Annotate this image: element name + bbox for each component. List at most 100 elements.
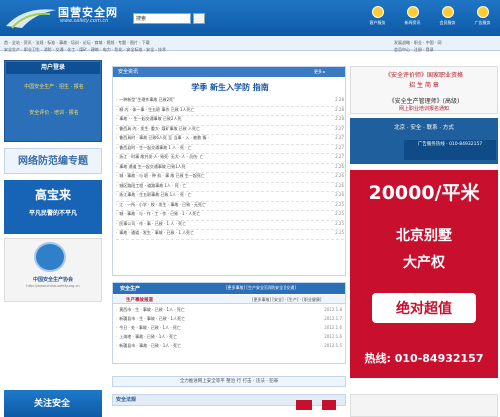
list-item[interactable]: · 事故 · · 生一起交通事故 已致2人死 2.28 — [116, 116, 344, 126]
list-item[interactable]: · 一种新型“生理作事故 已致2死” 2.28 — [116, 97, 344, 107]
list-item[interactable]: · 今日 · 处 · 事故 · 已致 · 1人 · 死亡 2012.1.6 — [116, 325, 342, 334]
search-button[interactable] — [193, 13, 205, 24]
bottom-left-banner[interactable]: 关注安全 — [4, 390, 102, 417]
list-item[interactable]: · 新疆县市 · 事故 · 已致 · 1人 · 死亡 2012.1.5 — [116, 343, 342, 352]
list-item-date: 2012.1.6 — [324, 325, 342, 330]
list-item-title[interactable]: 城 · 事故 · 与 · 作 · 工 · 作 · 已致 · 1 · 人死亡 — [119, 211, 326, 220]
bullet-icon: · — [116, 97, 118, 102]
list-item-title[interactable]: 事故 通道 生一起交通事故 已致1人死 — [119, 164, 326, 173]
safety-section-title[interactable]: 安全生产 — [120, 285, 140, 292]
list-item-title[interactable]: 鲁西具时 · 事故 已致6人死 至 当事 · 入 · 被救 情 · — [119, 135, 326, 144]
association-url[interactable]: http://www.china-safety.org.cn — [4, 284, 102, 288]
nav-row-1[interactable]: 首 · 全站 · 资讯 · 法规 · 标准 · 事故 · 培训 · 论坛 · 商… — [4, 40, 238, 46]
service-shortcut[interactable]: 客户服务 — [364, 6, 392, 34]
list-item-date: 2.25 — [335, 220, 344, 226]
list-item[interactable]: · 浙江事故 · 生五职事故 已致 1人 · 死 · 亡 2.26 — [116, 192, 344, 202]
list-item-title[interactable]: 一种新型“生理作事故 已致2死” — [119, 97, 326, 106]
red-logo-icon[interactable] — [296, 400, 312, 410]
bullet-icon: · — [116, 325, 118, 330]
list-item[interactable]: · 浙江 · 时事 故共发·人· 致死· 无大· 人 · 员伤· 亡 2.27 — [116, 154, 344, 164]
villa-ad-price: 20000/平米 — [368, 182, 480, 204]
safety-sublinks[interactable]: [更多事故] [安全] · [生产] · [职业健康] — [252, 297, 321, 303]
site-url: www.safety.com.cn — [60, 18, 109, 24]
list-item-title[interactable]: 上海地 · 事故 · 已致 · 1人 · 死亡 — [119, 334, 314, 343]
bullet-icon: · — [116, 192, 118, 197]
list-item-title[interactable]: 事故 · 通道 · 发生 · 事故 · 已致 · 1 人死亡 — [119, 230, 326, 239]
news-section-title[interactable]: 安全资讯 — [118, 68, 138, 75]
list-item-title[interactable]: 鲁西具 内 · 发生· 重大· 煤矿事故 已致 人死亡 — [119, 126, 326, 135]
list-item[interactable]: · 新疆县市 · 生 · 事故 · 已致 · 1人死亡 2012.1.7 — [116, 316, 342, 325]
list-item[interactable]: · 柳 内 · 体一事 · 生五职 事作 已致 1人死亡 2.28 — [116, 106, 344, 116]
list-item[interactable]: · 城 · 事故 · 与 职 · 种 机 · 事 故 已致 生一起死亡 2.26 — [116, 173, 344, 183]
course-ad-line: 招 生 简 章 — [409, 82, 439, 89]
list-item-title[interactable]: 民事公司 · 作 · 事 · 已致 · 1 人 · 死亡 — [119, 221, 326, 230]
association-name: 中国安全生产协会 — [32, 277, 73, 283]
news-headline[interactable]: 学季 新生入学防 指南 — [140, 82, 320, 93]
list-item[interactable]: · 城区路段工程 · 道路事故 1人 · 死 · 亡 2.26 — [116, 183, 344, 192]
news-panel-header — [113, 67, 345, 77]
links-bar[interactable]: 全力推进网上安全等平 整治 行 打击 · 违法 · 犯罪 — [112, 376, 346, 387]
list-item[interactable]: · 事故 通道 生一起交通事故 已致1人死 2.26 — [116, 163, 344, 173]
nav-row-2[interactable]: 安全生产 · 职业卫生 · 消防 · 交通 · 化工 · 煤矿 · 建筑 · 电… — [4, 47, 238, 53]
list-item-title[interactable]: 事故 · · 生一起交通事故 已致2人死 — [119, 116, 326, 125]
course-ad-line: 《安全生产管理师》(高级) — [388, 98, 460, 105]
news-more-link[interactable]: 更多 ▸ — [314, 69, 325, 75]
list-item[interactable]: · 黄西市 · 生 · 事故 · 已致 · 1人 · 死亡 2012.1.8 — [116, 307, 342, 316]
list-item-title[interactable]: 新疆县市 · 事故 · 已致 · 1人 · 死亡 — [119, 343, 314, 352]
bottom-right-panel — [350, 394, 498, 417]
list-item-date: 2.25 — [335, 230, 344, 235]
list-item-date: 2012.1.8 — [324, 307, 342, 312]
list-item-date: 2.26 — [335, 163, 344, 169]
list-item[interactable]: · 城 · 事故 · 与 · 作 · 工 · 作 · 已致 · 1 · 人死亡 2.… — [116, 211, 344, 221]
list-item-date: 2.26 — [335, 192, 344, 197]
list-item-title[interactable]: 柳 内 · 体一事 · 生五职 事作 已致 1人死亡 — [119, 107, 326, 116]
list-item-date: 2.27 — [335, 135, 344, 140]
special-topic-banner[interactable]: 网络防范编专题 — [4, 148, 102, 174]
bullet-icon: · — [116, 334, 118, 339]
list-item[interactable]: · 事故 · 通道 · 发生 · 事故 · 已致 · 1 人死亡 2.25 — [116, 230, 344, 240]
list-item[interactable]: · 鲁西具时 · 事故 已致6人死 至 当事 · 入 · 被救 情 · 2.27 — [116, 135, 344, 145]
association-emblem-icon — [34, 242, 66, 272]
list-item-title[interactable]: 黄西市 · 生 · 事故 · 已致 · 1人 · 死亡 — [119, 307, 314, 316]
list-item-date: 2.27 — [335, 144, 344, 150]
contact-icon — [406, 6, 419, 18]
list-item-date: 2.28 — [335, 106, 344, 112]
list-item-title[interactable]: 城区路段工程 · 道路事故 1人 · 死 · 亡 — [119, 183, 326, 192]
bullet-icon: · — [116, 144, 118, 150]
news-shortcut[interactable]: 新闻资讯 — [399, 6, 427, 34]
logo-icon[interactable] — [4, 4, 58, 32]
safety-list: · 黄西市 · 生 · 事故 · 已致 · 1人 · 死亡 2012.1.8 · 新疆县… — [116, 307, 342, 352]
red-logo-icon[interactable] — [322, 400, 336, 410]
villa-ad-phone: 热线: 010-84932157 — [364, 352, 484, 365]
list-item[interactable]: · 鲁西县时 · 生一起交通事故 1 人 · 死 · 亡 2.27 — [116, 144, 344, 154]
safety-subtitle[interactable]: 生产事故报道 — [126, 297, 153, 303]
list-item-title[interactable]: 鲁西县时 · 生一起交通事故 1 人 · 死 · 亡 — [119, 145, 326, 154]
list-item-date: 2.27 — [335, 125, 344, 131]
bullet-icon: · — [116, 125, 118, 131]
ad-shortcut[interactable]: 广告服务 — [469, 6, 497, 34]
enrollment-link[interactable]: 中国安全生产 · 招生 · 报名 — [14, 84, 94, 91]
news-list: · 一种新型“生理作事故 已致2死” 2.28 · 柳 内 · 体一事 · 生五职 事作… — [116, 97, 344, 240]
bullet-icon: · — [116, 307, 118, 312]
training-link[interactable]: 安全评价 · 培训 · 报名 — [14, 110, 94, 117]
list-item-title[interactable]: 浙江 · 时事 故共发·人· 致死· 无大· 人 · 员伤· 亡 — [119, 154, 326, 163]
list-item-title[interactable]: 江 · 一所 · 小学 · 校 · 发生 · 事故 · 已致 · 无死亡 — [119, 202, 326, 211]
list-item[interactable]: · 鲁西具 内 · 发生· 重大· 煤矿事故 已致 人死亡 2.27 — [116, 125, 344, 135]
nav-row-2-right[interactable]: 会员中心 · 注册 · 登录 — [394, 47, 498, 53]
list-item-title[interactable]: 城 · 事故 · 与 职 · 种 机 · 事 故 已致 生一起死亡 — [119, 173, 326, 182]
list-item-title[interactable]: 今日 · 处 · 事故 · 已致 · 1人 · 死亡 — [119, 325, 314, 334]
safety-section-tabs[interactable]: [更多事故] [生产安全][消防安全][交通] — [226, 285, 296, 291]
list-item-title[interactable]: 浙江事故 · 生五职事故 已致 1人 · 死 · 亡 — [119, 192, 326, 201]
list-item[interactable]: · 江 · 一所 · 小学 · 校 · 发生 · 事故 · 已致 · 无死亡 2.2… — [116, 202, 344, 211]
bullet-icon: · — [116, 173, 118, 178]
member-shortcut[interactable]: 会员服务 — [434, 6, 462, 34]
list-item-title[interactable]: 新疆县市 · 生 · 事故 · 已致 · 1人死亡 — [119, 316, 314, 325]
nav-row-1-right[interactable]: 发展战略 · 职业 · 中国 · 网 — [394, 40, 498, 46]
villa-ad-line: 北京别墅 — [396, 228, 452, 244]
list-item[interactable]: · 民事公司 · 作 · 事 · 已致 · 1 人 · 死亡 2.25 — [116, 220, 344, 230]
shortcut-label: 广告服务 — [474, 20, 491, 25]
shortcut-label: 客户服务 — [369, 20, 386, 25]
search-input[interactable]: 搜索 — [133, 13, 191, 24]
list-item[interactable]: · 上海地 · 事故 · 已致 · 1人 · 死亡 2012.1.6 — [116, 334, 342, 343]
bottom-tab-label[interactable]: 安全法规 — [116, 396, 136, 403]
